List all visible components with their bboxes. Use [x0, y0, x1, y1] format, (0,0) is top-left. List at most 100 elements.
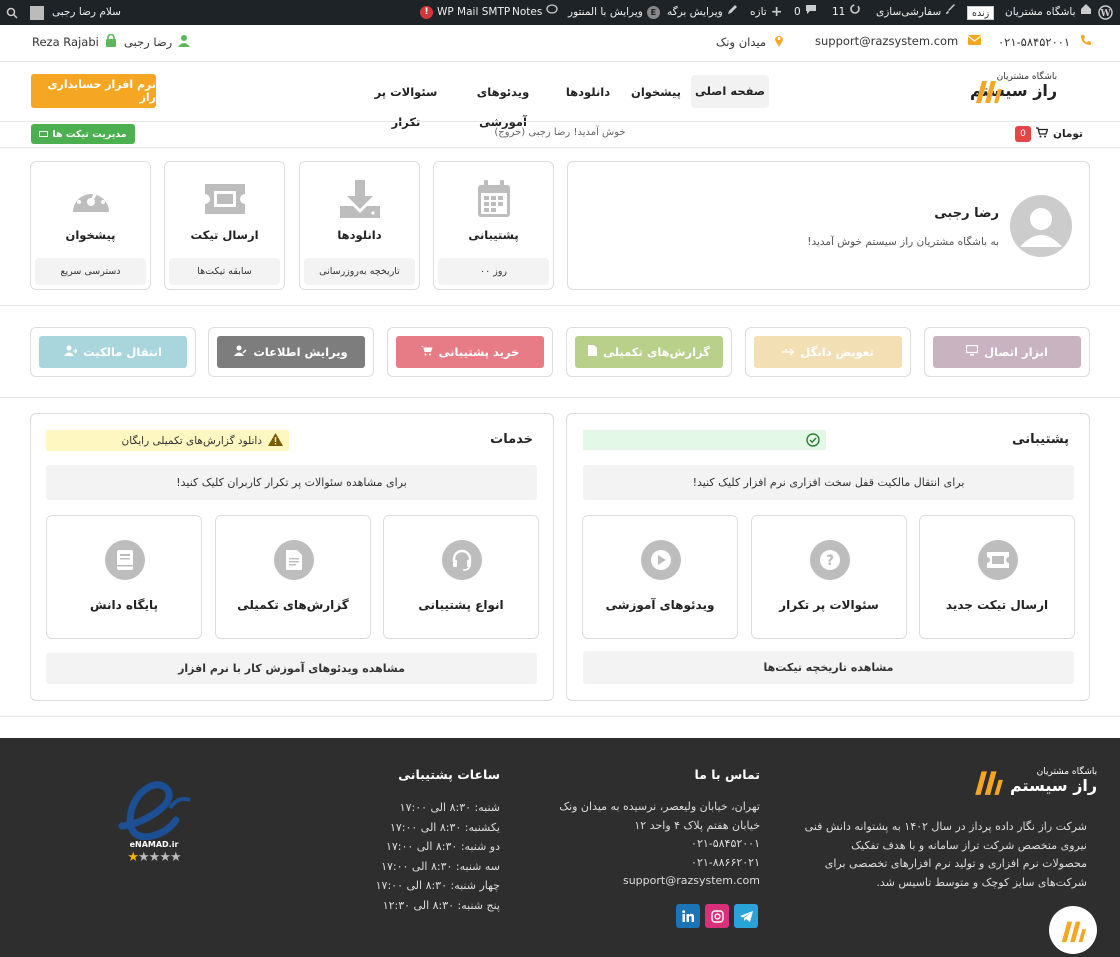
- new-ticket-card[interactable]: ارسال تیکت جدید: [919, 515, 1075, 639]
- cart-currency: تومان: [1053, 128, 1083, 140]
- phone-label: ۰۲۱-۵۸۴۵۲۰۰۱: [998, 34, 1071, 49]
- videos-card[interactable]: ویدئوهای آموزشی: [582, 515, 738, 639]
- knowledge-base-card[interactable]: پایگاه دانش: [46, 515, 202, 639]
- admin-greeting: سلام رضا رجبی: [52, 6, 121, 18]
- cart-icon: [420, 345, 433, 359]
- nav-dashboard[interactable]: پیشخوان: [627, 77, 685, 107]
- ownership-transfer-strip[interactable]: برای انتقال مالکیت قفل سخت افزاری نرم اف…: [583, 465, 1074, 500]
- nav-home[interactable]: صفحه اصلی: [691, 75, 769, 108]
- site-name: باشگاه مشتریان: [1005, 6, 1076, 18]
- card-label: ویدئوهای آموزشی: [605, 598, 715, 612]
- free-reports-notice[interactable]: دانلود گزارش‌های تکمیلی رایگان: [46, 430, 289, 451]
- live-badge: زنده: [967, 0, 995, 25]
- edit-info-button[interactable]: ویرایش اطلاعات: [217, 336, 365, 368]
- wp-mail-smtp-menu[interactable]: ! WP Mail SMTP: [420, 0, 510, 25]
- svg-text:?: ?: [826, 553, 834, 569]
- map-pin-icon: [774, 34, 784, 50]
- wordpress-logo-icon[interactable]: W: [1098, 0, 1113, 25]
- customize-link[interactable]: سفارشی‌سازی: [876, 0, 956, 25]
- divider: [0, 716, 1120, 717]
- user-en-label: Reza Rajabi: [32, 35, 99, 49]
- buy-support-button[interactable]: خرید پشتیبانی: [396, 336, 544, 368]
- nav-videos[interactable]: ویدئوهای آموزشی: [458, 77, 548, 129]
- edit-page-link[interactable]: ویرایش برگه: [667, 0, 738, 25]
- plus-icon: +: [770, 4, 783, 20]
- extra-reports-card[interactable]: گزارش‌های تکمیلی: [215, 515, 371, 639]
- tile-sub: سابقه تیکت‌ها: [169, 258, 280, 285]
- edit-elementor-link[interactable]: ویرایش با المنتور E: [568, 0, 660, 25]
- quick-edit-info: ویرایش اطلاعات: [208, 327, 374, 377]
- training-videos-link[interactable]: مشاهده ویدئوهای آموزش کار با نرم افزار: [46, 653, 537, 684]
- enamad-badge[interactable]: eNAMAD.ir ★★★★★: [112, 778, 196, 878]
- strip-label: مشاهده تاریخچه تیکت‌ها: [763, 661, 894, 674]
- phone-link[interactable]: ۰۲۱-۵۸۴۵۲۰۰۱: [998, 34, 1092, 49]
- svg-text:W: W: [1099, 9, 1111, 19]
- quick-dongle-exchange: تعویض دانگل: [745, 327, 911, 377]
- tile-downloads[interactable]: دانلودها تاریخچه به‌روزرسانی: [299, 161, 420, 290]
- enamad-rating-stars: ★★★★★: [112, 850, 196, 865]
- footer-brand-logo[interactable]: باشگاه مشتریان راز سیستم: [972, 765, 1097, 797]
- ticket-history-link[interactable]: مشاهده تاریخچه تیکت‌ها: [583, 651, 1074, 684]
- nav-home-label: صفحه اصلی: [694, 84, 766, 98]
- new-content-menu[interactable]: تازه +: [750, 0, 782, 25]
- play-icon: [641, 540, 681, 580]
- nav-faq[interactable]: سئوالات پر تکرار: [360, 77, 452, 129]
- status-bar: [583, 430, 826, 450]
- faq-users-strip[interactable]: برای مشاهده سئوالات پر تکرار کاربران کلی…: [46, 465, 537, 500]
- card-label: سئوالات پر تکرار: [779, 598, 879, 612]
- usb-icon: [782, 345, 796, 359]
- divider: [0, 305, 1120, 306]
- ownership-transfer-button[interactable]: انتقال مالکیت: [39, 336, 187, 368]
- comments-menu[interactable]: 0: [794, 0, 817, 25]
- accounting-software-cta-button[interactable]: نرم افزار حسابداری راز: [31, 74, 156, 108]
- updates-count: 11: [832, 6, 846, 18]
- dongle-exchange-button[interactable]: تعویض دانگل: [754, 336, 902, 368]
- support-types-card[interactable]: انواع پشتیبانی: [383, 515, 539, 639]
- avatar: [30, 5, 44, 20]
- question-icon: ?: [810, 540, 850, 580]
- card-label: گزارش‌های تکمیلی: [237, 598, 349, 612]
- connect-tool-button[interactable]: ابزار اتصال: [933, 336, 1081, 368]
- envelope-icon: [967, 34, 982, 48]
- email-line[interactable]: support@razsystem.com: [559, 872, 760, 891]
- floating-logo-button[interactable]: [1049, 906, 1097, 954]
- extra-reports-button[interactable]: گزارش‌های تکمیلی: [575, 336, 723, 368]
- panel-title: پشتیبانی: [1012, 432, 1069, 447]
- support-panel: پشتیبانی برای انتقال مالکیت قفل سخت افزا…: [566, 413, 1090, 701]
- email-link[interactable]: support@razsystem.com: [815, 34, 982, 48]
- admin-account[interactable]: سلام رضا رجبی: [30, 0, 121, 25]
- notice-label: دانلود گزارش‌های تکمیلی رایگان: [121, 434, 262, 447]
- user-fa[interactable]: رضا رجبی: [124, 34, 191, 50]
- nav-downloads-label: دانلودها: [565, 85, 611, 99]
- phone-line[interactable]: ۰۲۱-۸۸۶۶۲۰۲۱: [559, 854, 760, 873]
- star-empty: ★: [148, 850, 161, 865]
- site-name-menu[interactable]: باشگاه مشتریان: [1005, 0, 1092, 25]
- faq-card[interactable]: ? سئوالات پر تکرار: [751, 515, 907, 639]
- user-icon: [178, 34, 191, 50]
- welcome-label[interactable]: خوش آمدید! رضا رجبی (خروج): [494, 127, 625, 138]
- tile-send-ticket[interactable]: ارسال تیکت سابقه تیکت‌ها: [164, 161, 285, 290]
- linkedin-icon[interactable]: [676, 904, 700, 928]
- about-line: شرکت‌های سایز کوچک و متوسط تاسیس شد.: [876, 875, 1087, 889]
- tile-title: پشتیبانی: [468, 228, 519, 242]
- quick-connect-tool: ابزار اتصال: [924, 327, 1090, 377]
- cart[interactable]: 0 تومان: [1015, 126, 1083, 142]
- telegram-icon[interactable]: [734, 904, 758, 928]
- updates-menu[interactable]: 11: [832, 0, 861, 25]
- tile-dashboard[interactable]: پیشخوان دسترسی سریع: [30, 161, 151, 290]
- nav-faq-label: سئوالات پر تکرار: [374, 85, 438, 129]
- enamad-logo-icon: [118, 781, 191, 841]
- phone-line[interactable]: ۰۲۱-۵۸۴۵۲۰۰۱: [559, 835, 760, 854]
- notes-menu[interactable]: Notes: [512, 0, 558, 25]
- profile-card: رضا رجبی به باشگاه مشتریان راز سیستم خوش…: [567, 161, 1090, 290]
- nav-downloads[interactable]: دانلودها: [559, 77, 617, 107]
- dashboard-icon: [71, 180, 111, 217]
- ticket-icon: [978, 540, 1018, 580]
- wp-mail-smtp-label: WP Mail SMTP: [437, 6, 511, 18]
- tile-title: دانلودها: [337, 228, 382, 242]
- tile-support[interactable]: پشتیبانی ۰۰ روز: [433, 161, 554, 290]
- support-hours-title: ساعات پشتیبانی: [398, 767, 500, 782]
- user-en[interactable]: Reza Rajabi: [32, 33, 117, 50]
- instagram-icon[interactable]: [705, 904, 729, 928]
- admin-search-icon[interactable]: [6, 0, 18, 25]
